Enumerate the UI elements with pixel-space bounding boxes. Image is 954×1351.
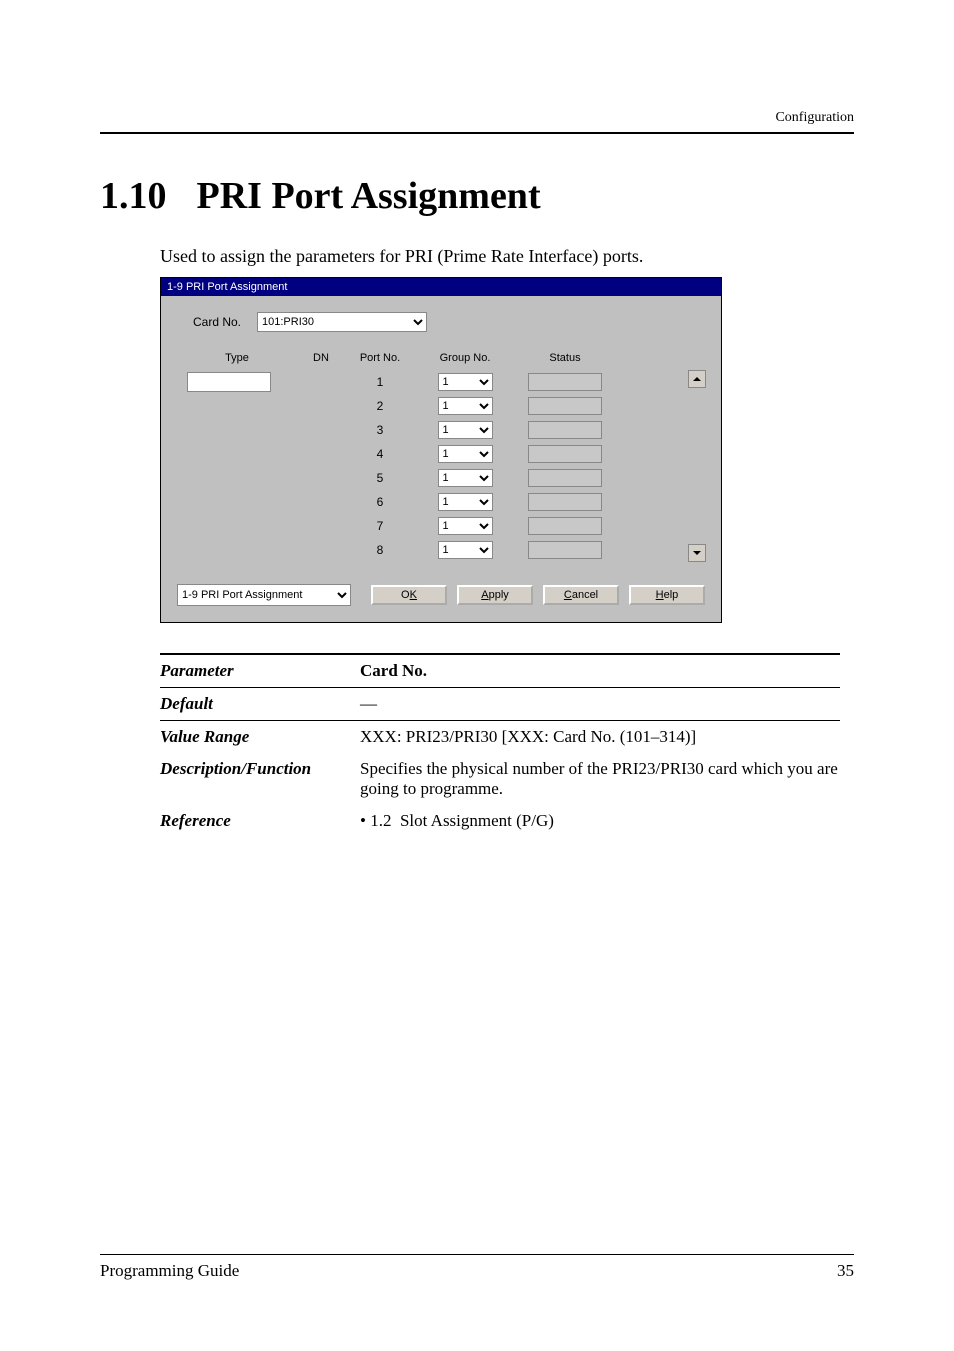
chevron-up-icon: [693, 375, 701, 383]
group-select[interactable]: 1: [438, 421, 493, 439]
table-row: 7 1: [177, 514, 689, 538]
group-select[interactable]: 1: [438, 397, 493, 415]
group-select[interactable]: 1: [438, 541, 493, 559]
section-title: PRI Port Assignment: [197, 174, 541, 218]
col-group: Group No.: [415, 352, 515, 364]
param-value: Card No.: [360, 661, 840, 681]
page-title: 1.10 PRI Port Assignment: [100, 174, 854, 218]
col-type: Type: [177, 352, 297, 364]
section-number: 1.10: [100, 174, 167, 218]
description-value: Specifies the physical number of the PRI…: [360, 759, 840, 799]
group-select[interactable]: 1: [438, 373, 493, 391]
footer-rule: [100, 1254, 854, 1255]
scroll-up-button[interactable]: [688, 370, 706, 388]
col-dn: DN: [297, 352, 345, 364]
col-status: Status: [515, 352, 615, 364]
chevron-down-icon: [693, 549, 701, 557]
apply-button[interactable]: Apply: [457, 585, 533, 605]
table-row: 2 1: [177, 394, 689, 418]
status-box: [528, 493, 602, 511]
column-headers: Type DN Port No. Group No. Status: [177, 352, 705, 364]
ok-button[interactable]: OK: [371, 585, 447, 605]
default-label: Default: [160, 694, 360, 714]
status-box: [528, 445, 602, 463]
group-select[interactable]: 1: [438, 517, 493, 535]
table-row: 4 1: [177, 442, 689, 466]
port-no: 8: [345, 543, 415, 557]
status-box: [528, 373, 602, 391]
header-rule: [100, 132, 854, 134]
param-label: Parameter: [160, 661, 360, 681]
cancel-button[interactable]: Cancel: [543, 585, 619, 605]
help-button[interactable]: Help: [629, 585, 705, 605]
vertical-scrollbar[interactable]: [689, 370, 705, 562]
port-no: 7: [345, 519, 415, 533]
group-select[interactable]: 1: [438, 469, 493, 487]
group-select[interactable]: 1: [438, 445, 493, 463]
port-no: 6: [345, 495, 415, 509]
status-box: [528, 469, 602, 487]
value-range-label: Value Range: [160, 727, 360, 747]
port-no: 1: [345, 375, 415, 389]
table-row: 5 1: [177, 466, 689, 490]
port-no: 3: [345, 423, 415, 437]
table-row: 3 1: [177, 418, 689, 442]
footer-left: Programming Guide: [100, 1261, 239, 1281]
screen-nav-select[interactable]: 1-9 PRI Port Assignment: [177, 584, 351, 606]
scroll-down-button[interactable]: [688, 544, 706, 562]
status-box: [528, 517, 602, 535]
intro-text: Used to assign the parameters for PRI (P…: [160, 246, 854, 267]
card-no-label: Card No.: [177, 315, 257, 329]
value-range-value: XXX: PRI23/PRI30 [XXX: Card No. (101–314…: [360, 727, 840, 747]
status-box: [528, 541, 602, 559]
group-select[interactable]: 1: [438, 493, 493, 511]
default-value: —: [360, 694, 840, 714]
breadcrumb: Configuration: [100, 110, 854, 126]
reference-value: • 1.2 Slot Assignment (P/G): [360, 811, 840, 831]
window-titlebar: 1-9 PRI Port Assignment: [161, 278, 721, 296]
port-no: 5: [345, 471, 415, 485]
col-port: Port No.: [345, 352, 415, 364]
type-select[interactable]: CO: [187, 372, 271, 392]
parameter-table: Parameter Card No. Default — Value Range…: [160, 653, 840, 837]
status-box: [528, 397, 602, 415]
description-label: Description/Function: [160, 759, 360, 799]
status-box: [528, 421, 602, 439]
reference-label: Reference: [160, 811, 360, 831]
page-number: 35: [837, 1261, 854, 1281]
card-no-select[interactable]: 101:PRI30: [257, 312, 427, 332]
table-row: CO 1 1: [177, 370, 689, 394]
screenshot-window: 1-9 PRI Port Assignment Card No. 101:PRI…: [160, 277, 722, 623]
table-row: 8 1: [177, 538, 689, 562]
port-no: 2: [345, 399, 415, 413]
port-no: 4: [345, 447, 415, 461]
table-row: 6 1: [177, 490, 689, 514]
